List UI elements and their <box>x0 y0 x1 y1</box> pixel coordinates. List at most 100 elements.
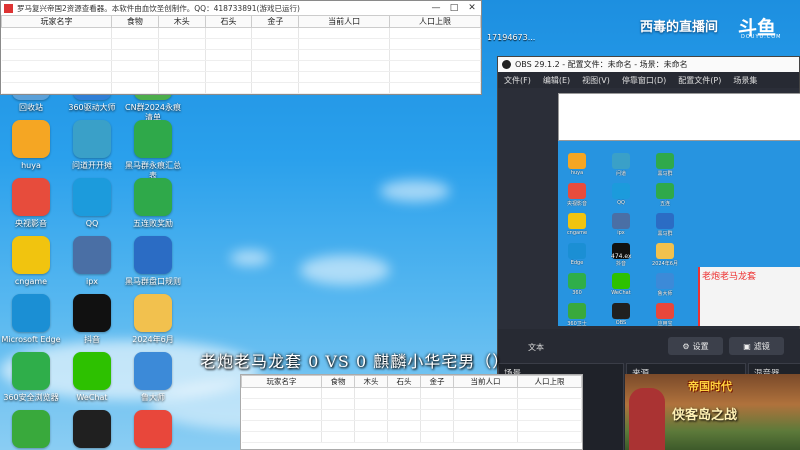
preview-icon-glyph <box>568 243 586 259</box>
preview-icon-label: 问道 <box>615 171 626 177</box>
table-row[interactable] <box>241 431 582 443</box>
source-name-tab[interactable]: 文本 <box>528 342 544 353</box>
ludashi-icon <box>134 352 172 390</box>
column-header[interactable]: 人口上限 <box>389 15 481 28</box>
menu-docks[interactable]: 停靠窗口(D) <box>616 75 672 86</box>
desktop-icon[interactable]: 鲁大师 <box>122 352 184 403</box>
preview-icon-glyph <box>656 153 674 169</box>
app-store-icon <box>134 410 172 448</box>
id-text: 17194673... <box>487 33 536 42</box>
preview-icon-glyph <box>656 303 674 319</box>
table-row[interactable] <box>241 409 582 421</box>
desktop-icon[interactable]: Microsoft Edge <box>0 294 62 345</box>
menu-profile[interactable]: 配置文件(P) <box>672 75 727 86</box>
table-cell <box>389 60 481 72</box>
preview-desktop-icon: 问道 <box>608 153 634 177</box>
preview-icon-glyph <box>612 273 630 289</box>
column-header[interactable]: 金子 <box>420 375 455 388</box>
table-row[interactable] <box>1 60 481 72</box>
table-row[interactable] <box>1 38 481 50</box>
game-logo: 帝国时代 <box>688 380 732 393</box>
table-row[interactable] <box>1 82 481 94</box>
table-cell <box>517 420 582 432</box>
menu-edit[interactable]: 编辑(E) <box>537 75 576 86</box>
column-header[interactable]: 石头 <box>204 15 253 28</box>
preview-desktop-icon: 五连 <box>652 183 678 207</box>
desktop-icon[interactable]: OBS Studio <box>61 410 123 450</box>
desktop-icon[interactable]: 抖音 <box>61 294 123 345</box>
desktop-icon[interactable]: WeChat <box>61 352 123 403</box>
close-button[interactable]: ✕ <box>463 3 481 13</box>
column-header[interactable]: 食物 <box>320 375 356 388</box>
column-header[interactable]: 木头 <box>157 15 206 28</box>
desktop-icon[interactable]: 黑马群盘口规则 <box>122 236 184 287</box>
table-cell <box>205 38 253 50</box>
preview-icon-glyph <box>612 303 630 319</box>
table-cell <box>321 409 356 421</box>
preview-desktop-icon: 黑马群 <box>652 153 678 177</box>
obs-preview-canvas[interactable]: huya 问道 黑马群 央视影音 QQ 五连 cngame ipx 黑马群 Edge 抖音 2024年… <box>558 93 800 326</box>
table-row[interactable] <box>1 71 481 83</box>
desktop-icon[interactable]: 360安全浏览器 <box>0 352 62 403</box>
table-cell <box>241 409 322 421</box>
tiktok-icon <box>73 294 111 332</box>
table-cell <box>298 49 391 61</box>
desktop-icon[interactable]: huya <box>0 120 62 171</box>
column-header[interactable]: 木头 <box>354 375 389 388</box>
maximize-button[interactable]: □ <box>445 3 463 13</box>
minimize-button[interactable]: — <box>427 3 445 13</box>
menu-view[interactable]: 视图(V) <box>576 75 616 86</box>
column-header[interactable]: 人口上限 <box>517 375 582 388</box>
desktop-icon[interactable]: ipx <box>61 236 123 287</box>
desktop-icon[interactable]: QQ <box>61 178 123 229</box>
desktop-icon[interactable]: 应用宝 <box>122 410 184 450</box>
table-row[interactable] <box>241 420 582 432</box>
column-header[interactable]: 食物 <box>111 15 159 28</box>
column-header[interactable]: 当前人口 <box>453 375 519 388</box>
desktop-icon-label: ipx <box>85 277 99 286</box>
desktop-icon[interactable]: 2024年6月 <box>122 294 184 345</box>
desktop-icon[interactable]: 央视影音 <box>0 178 62 229</box>
table-cell <box>389 49 481 61</box>
column-header[interactable]: 玩家名字 <box>1 15 112 28</box>
desktop-icon[interactable]: 黑马群永痕汇总表 <box>122 120 184 181</box>
filter-icon: ▣ <box>743 341 751 351</box>
filters-button[interactable]: ▣ 滤镜 <box>729 337 784 355</box>
resource-viewer-window[interactable]: 罗马复兴帝国2资源查看器。本软件由血饮圣创制作。QQ：418733891(游戏已… <box>0 0 482 95</box>
desktop-icon-label: WeChat <box>76 393 108 402</box>
menu-scene-collection[interactable]: 场景集 <box>727 75 763 86</box>
table-row[interactable] <box>1 27 481 39</box>
column-header[interactable]: 玩家名字 <box>241 375 322 388</box>
preview-desktop-icon: 应用宝 <box>652 303 678 326</box>
desktop-icon[interactable]: 问道开开摊 <box>61 120 123 171</box>
obs-icon <box>73 410 111 448</box>
preview-icon-label: ipx <box>617 230 625 236</box>
preview-icon-label: 黑马群 <box>657 171 673 177</box>
resource-viewer-window-small[interactable]: 玩家名字 食物 木头 石头 金子 当前人口 人口上限 <box>240 374 583 450</box>
table-cell <box>517 409 582 421</box>
desktop-icon[interactable]: 360安全卫士 <box>0 410 62 450</box>
desktop-icon[interactable]: cngame <box>0 236 62 287</box>
table-row[interactable] <box>1 49 481 61</box>
douyu-url: DOUYU.COM <box>741 34 782 40</box>
resource-viewer-titlebar[interactable]: 罗马复兴帝国2资源查看器。本软件由血饮圣创制作。QQ：418733891(游戏已… <box>1 1 481 15</box>
column-header[interactable]: 金子 <box>251 15 300 28</box>
desktop-icon-label: 问道开开摊 <box>72 161 112 170</box>
game-ad-banner[interactable]: 帝国时代 侠客岛之战 <box>625 374 800 450</box>
table-cell <box>389 71 481 83</box>
table-row[interactable] <box>241 398 582 410</box>
settings-button[interactable]: ⚙ 设置 <box>668 337 723 355</box>
column-header[interactable]: 当前人口 <box>298 15 391 28</box>
table-cell <box>420 409 455 421</box>
column-header[interactable]: 石头 <box>387 375 422 388</box>
preview-desktop-icon: 黑马群 <box>652 213 678 237</box>
shield-icon <box>12 410 50 448</box>
obs-titlebar[interactable]: OBS 29.1.2 - 配置文件：未命名 - 场景：未命名 <box>498 57 799 72</box>
table-cell <box>354 431 389 443</box>
preview-icon-label: 应用宝 <box>657 321 673 326</box>
menu-file[interactable]: 文件(F) <box>498 75 537 86</box>
stream-room-title: 西毒的直播间 <box>640 20 719 35</box>
table-row[interactable] <box>241 387 582 399</box>
desktop-icon-label: 五连败奖励 <box>133 219 173 228</box>
desktop-icon[interactable]: 五连败奖励 <box>122 178 184 229</box>
